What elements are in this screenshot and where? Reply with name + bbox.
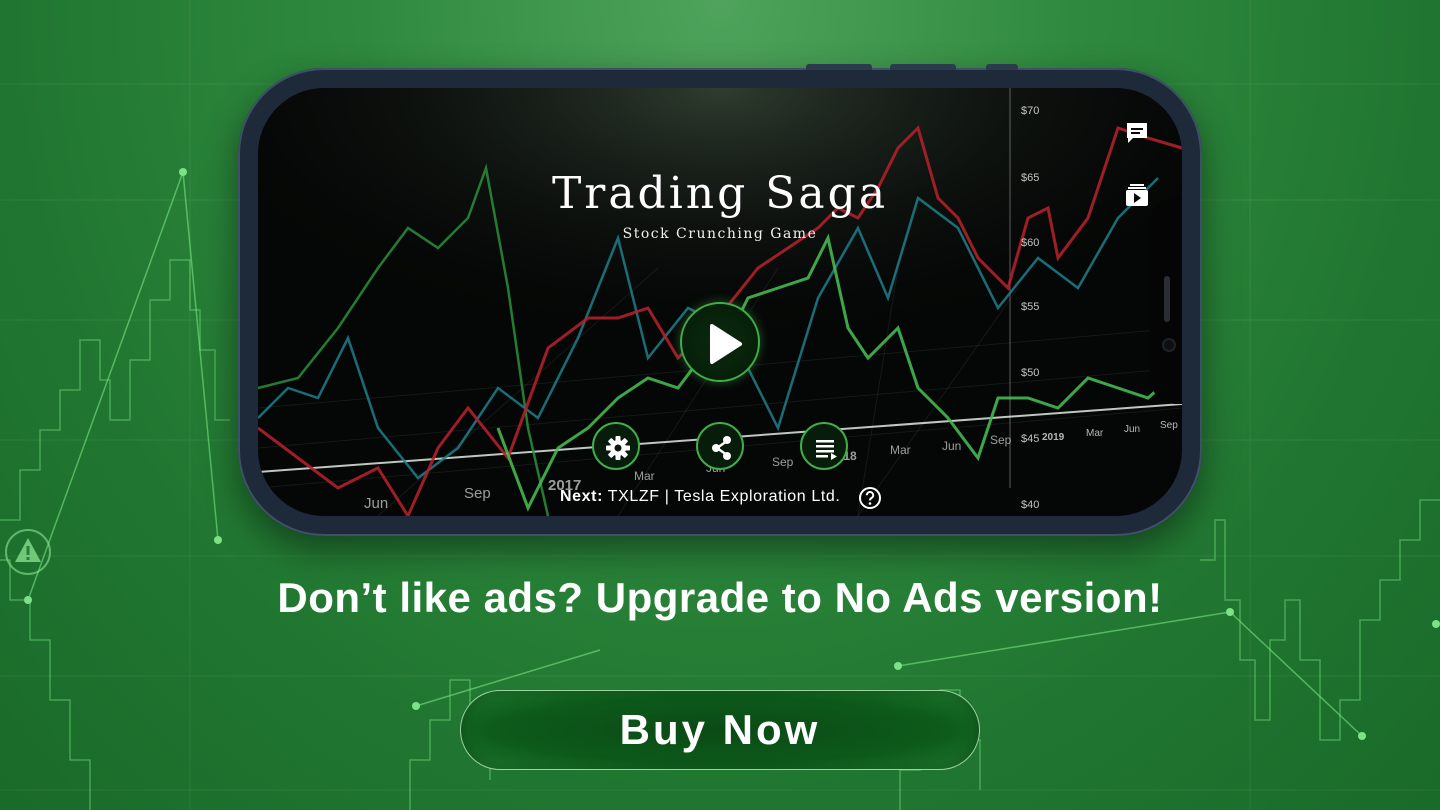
price-label: $40	[1021, 499, 1039, 511]
mute-switch	[986, 64, 1018, 70]
play-icon	[710, 324, 742, 364]
next-label: Next:	[560, 488, 604, 505]
front-camera	[1162, 338, 1176, 352]
next-ticker: TXLZF | Tesla Exploration Ltd.	[607, 488, 841, 505]
time-label: 2019	[1042, 432, 1065, 443]
next-stock-line: Next: TXLZF | Tesla Exploration Ltd.	[560, 488, 840, 506]
price-label: $55	[1021, 301, 1039, 313]
share-button[interactable]	[696, 422, 744, 470]
chat-icon	[1127, 123, 1147, 143]
promo-headline: Don’t like ads? Upgrade to No Ads versio…	[277, 574, 1163, 621]
time-label: Sep	[990, 433, 1012, 447]
time-label: Jun	[942, 439, 961, 453]
time-label: Jun	[364, 495, 388, 512]
price-label: $50	[1021, 367, 1039, 379]
volume-button	[890, 64, 956, 70]
buy-now-button[interactable]: Buy Now	[460, 690, 980, 770]
warning-icon	[5, 529, 51, 575]
time-label: Jun	[1124, 424, 1140, 435]
video-icon	[1126, 184, 1148, 206]
playlist-button[interactable]	[800, 422, 848, 470]
game-screen: $70 $65 $60 $55 $50 $45 $40 2019 Mar Jun…	[258, 88, 1182, 516]
settings-button[interactable]	[592, 422, 640, 470]
price-label: $45	[1021, 433, 1039, 445]
camera-notch	[1150, 198, 1182, 404]
price-label: $70	[1021, 105, 1039, 117]
speaker	[1164, 276, 1170, 322]
time-label: Sep	[464, 485, 491, 502]
time-label: Sep	[772, 455, 794, 469]
gear-icon	[606, 436, 630, 460]
game-title: Trading Saga	[551, 168, 889, 219]
video-button[interactable]	[1124, 182, 1150, 208]
share-icon	[712, 436, 731, 460]
game-subtitle: Stock Crunching Game	[622, 226, 818, 242]
help-button[interactable]	[858, 486, 882, 510]
time-label: Mar	[890, 443, 911, 457]
help-icon	[859, 487, 881, 509]
play-button[interactable]	[680, 302, 760, 382]
time-label: Sep	[1160, 420, 1178, 431]
volume-button	[806, 64, 872, 70]
chat-button[interactable]	[1124, 120, 1150, 146]
time-label: Mar	[1086, 428, 1104, 439]
playlist-icon	[816, 440, 837, 460]
phone-mockup: $70 $65 $60 $55 $50 $45 $40 2019 Mar Jun…	[238, 64, 1202, 536]
